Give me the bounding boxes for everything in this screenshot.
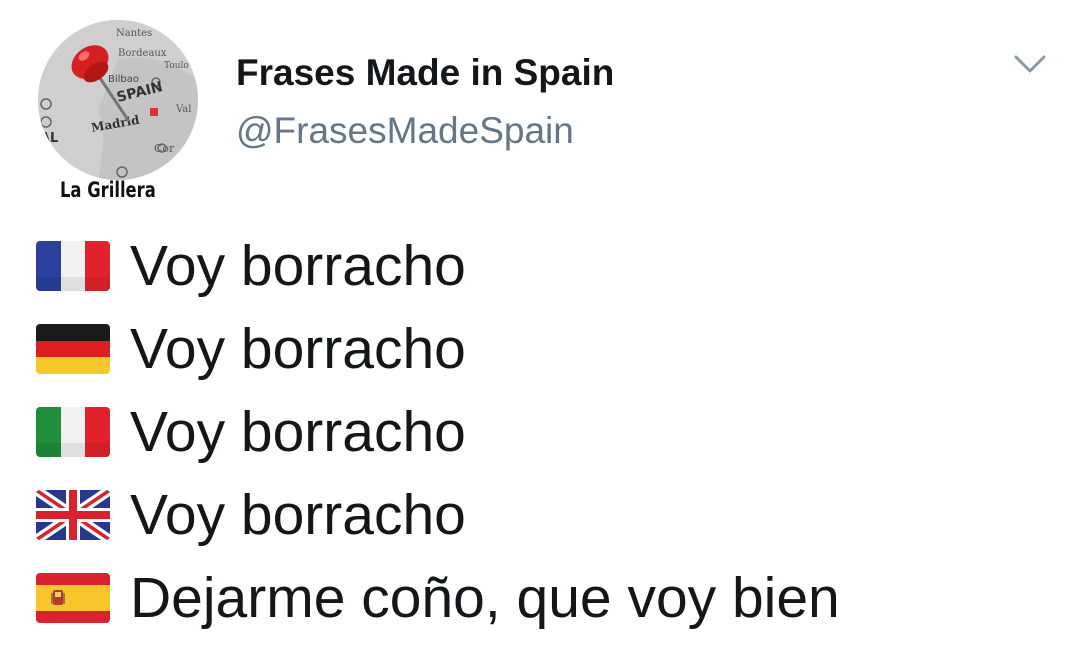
tweet-body: Voy borracho Voy borracho Voy borracho V…: [36, 224, 840, 639]
germany-flag-icon: [36, 323, 110, 374]
tweet-line: Voy borracho: [36, 224, 840, 307]
tweet-line-text: Voy borracho: [130, 316, 466, 381]
tweet-line: Dejarme coño, que voy bien: [36, 556, 840, 639]
display-name[interactable]: Frases Made in Spain: [236, 52, 614, 94]
italy-flag-icon: [36, 406, 110, 457]
tweet-line-text: Voy borracho: [130, 482, 466, 547]
tweet: Nantes Bordeaux Toulo Bilbao SPAIN Madri…: [0, 0, 1080, 649]
tweet-line: Voy borracho: [36, 473, 840, 556]
watermark: La Grillera: [60, 178, 156, 202]
map-label-al: AL: [40, 131, 58, 146]
map-label-toulouse: Toulo: [164, 61, 189, 71]
tweet-line-text: Voy borracho: [130, 233, 466, 298]
user-handle[interactable]: @FrasesMadeSpain: [236, 110, 574, 152]
map-label-val: Val: [175, 104, 191, 115]
spain-flag-icon: [36, 572, 110, 623]
map-label-cor: Cor: [154, 142, 175, 155]
map-label-bilbao: Bilbao: [108, 74, 139, 85]
tweet-line: Voy borracho: [36, 307, 840, 390]
map-label-nantes: Nantes: [116, 28, 152, 39]
avatar[interactable]: Nantes Bordeaux Toulo Bilbao SPAIN Madri…: [38, 20, 198, 180]
uk-flag-icon: [36, 489, 110, 540]
france-flag-icon: [36, 240, 110, 291]
chevron-down-icon[interactable]: [1012, 52, 1048, 76]
tweet-line-text: Dejarme coño, que voy bien: [130, 565, 840, 630]
tweet-line-text: Voy borracho: [130, 399, 466, 464]
map-label-bordeaux: Bordeaux: [118, 48, 167, 59]
tweet-line: Voy borracho: [36, 390, 840, 473]
